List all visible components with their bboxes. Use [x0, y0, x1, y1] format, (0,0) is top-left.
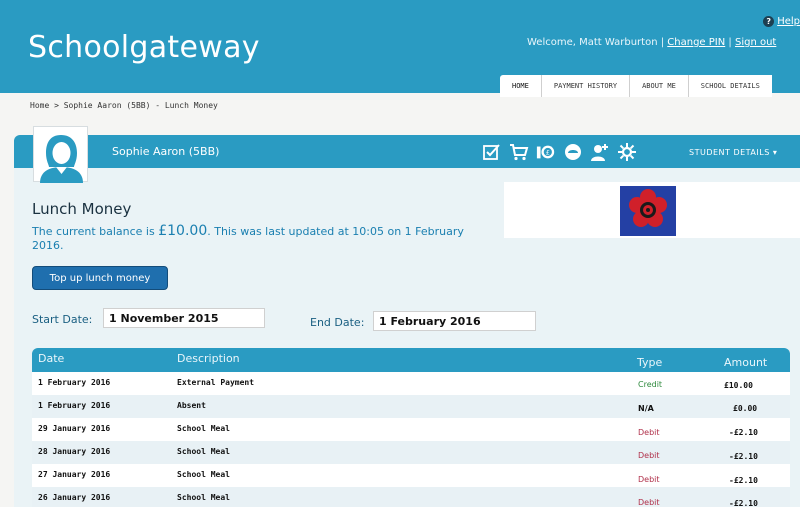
cell-date: 27 January 2016: [38, 470, 111, 479]
cell-amount: -£2.10: [729, 499, 758, 507]
student-name: Sophie Aaron (5BB): [112, 145, 220, 158]
header-description: Description: [177, 352, 240, 365]
cell-description: School Meal: [177, 470, 230, 479]
balance-amount: £10.00: [158, 223, 208, 239]
table-row: 29 January 2016 School Meal Debit -£2.10: [32, 418, 790, 441]
cell-type: Debit: [638, 428, 660, 437]
table-header: [32, 348, 790, 372]
breadcrumb: Home > Sophie Aaron (5BB) - Lunch Money: [30, 101, 218, 110]
help-link[interactable]: Help: [777, 16, 800, 27]
nav-about-me[interactable]: ABOUT ME: [629, 75, 688, 97]
start-date-label: Start Date:: [32, 313, 93, 326]
cell-type: Credit: [638, 380, 663, 389]
cell-description: School Meal: [177, 447, 230, 456]
student-action-icons: £: [482, 142, 637, 162]
header-amount: Amount: [724, 356, 768, 369]
cell-type: Debit: [638, 475, 660, 484]
cell-description: External Payment: [177, 378, 255, 387]
cell-date: 1 February 2016: [38, 401, 111, 410]
svg-text:£: £: [546, 150, 550, 157]
change-pin-link[interactable]: Change PIN: [667, 37, 725, 48]
meal-icon[interactable]: [563, 142, 583, 162]
sign-out-link[interactable]: Sign out: [735, 37, 776, 48]
table-row: 27 January 2016 School Meal Debit -£2.10: [32, 464, 790, 487]
cell-amount: -£2.10: [729, 476, 758, 485]
start-date-input[interactable]: 1 November 2015: [103, 308, 265, 328]
cell-amount: £10.00: [724, 381, 753, 390]
school-crest: [620, 186, 676, 236]
section-title: Lunch Money: [32, 200, 132, 218]
top-up-button[interactable]: Top up lunch money: [32, 266, 168, 290]
cell-amount: £0.00: [733, 404, 758, 413]
end-date-label: End Date:: [310, 316, 365, 329]
nav-school-details[interactable]: SCHOOL DETAILS: [687, 75, 772, 97]
cell-date: 29 January 2016: [38, 424, 111, 433]
welcome-bar: Welcome, Matt Warburton | Change PIN | S…: [527, 37, 776, 48]
checklist-icon[interactable]: [482, 142, 502, 162]
cell-type: Debit: [638, 498, 660, 507]
table-row: 1 February 2016 Absent N/A £0.00: [32, 395, 790, 418]
cart-icon[interactable]: [509, 142, 529, 162]
balance-text: The current balance is £10.00. This was …: [32, 224, 482, 253]
cell-date: 26 January 2016: [38, 493, 111, 502]
balance-prefix: The current balance is: [32, 225, 159, 238]
help-icon[interactable]: ?: [763, 16, 775, 27]
end-date-input[interactable]: 1 February 2016: [373, 311, 536, 331]
cell-amount: -£2.10: [729, 452, 758, 461]
header-date: Date: [38, 352, 65, 365]
rose-emblem-icon: [629, 189, 667, 227]
cell-type: Debit: [638, 451, 660, 460]
table-row: 28 January 2016 School Meal Debit -£2.10: [32, 441, 790, 464]
coins-icon[interactable]: £: [536, 142, 556, 162]
nav-home[interactable]: HOME: [500, 75, 541, 97]
settings-icon[interactable]: [617, 142, 637, 162]
table-row: 1 February 2016 External Payment Credit …: [32, 372, 790, 395]
avatar-silhouette-icon: [40, 135, 83, 183]
help-link-container: ? Help: [763, 16, 800, 27]
cell-date: 1 February 2016: [38, 378, 111, 387]
welcome-text: Welcome, Matt Warburton |: [527, 37, 665, 48]
cell-description: School Meal: [177, 493, 230, 502]
nav-payment-history[interactable]: PAYMENT HISTORY: [540, 75, 629, 97]
student-details-menu[interactable]: STUDENT DETAILS ▾: [689, 148, 777, 157]
cell-date: 28 January 2016: [38, 447, 111, 456]
add-user-icon[interactable]: [590, 142, 610, 162]
cell-type: N/A: [638, 404, 654, 413]
table-row: 26 January 2016 School Meal Debit -£2.10: [32, 487, 790, 507]
main-nav: HOME PAYMENT HISTORY ABOUT ME SCHOOL DET…: [500, 75, 772, 97]
student-avatar: [33, 126, 88, 183]
site-logo[interactable]: Schoolgateway: [28, 30, 260, 65]
welcome-separator: |: [728, 37, 732, 48]
cell-description: School Meal: [177, 424, 230, 433]
cell-amount: -£2.10: [729, 428, 758, 437]
header-type: Type: [637, 356, 663, 369]
cell-description: Absent: [177, 401, 206, 410]
